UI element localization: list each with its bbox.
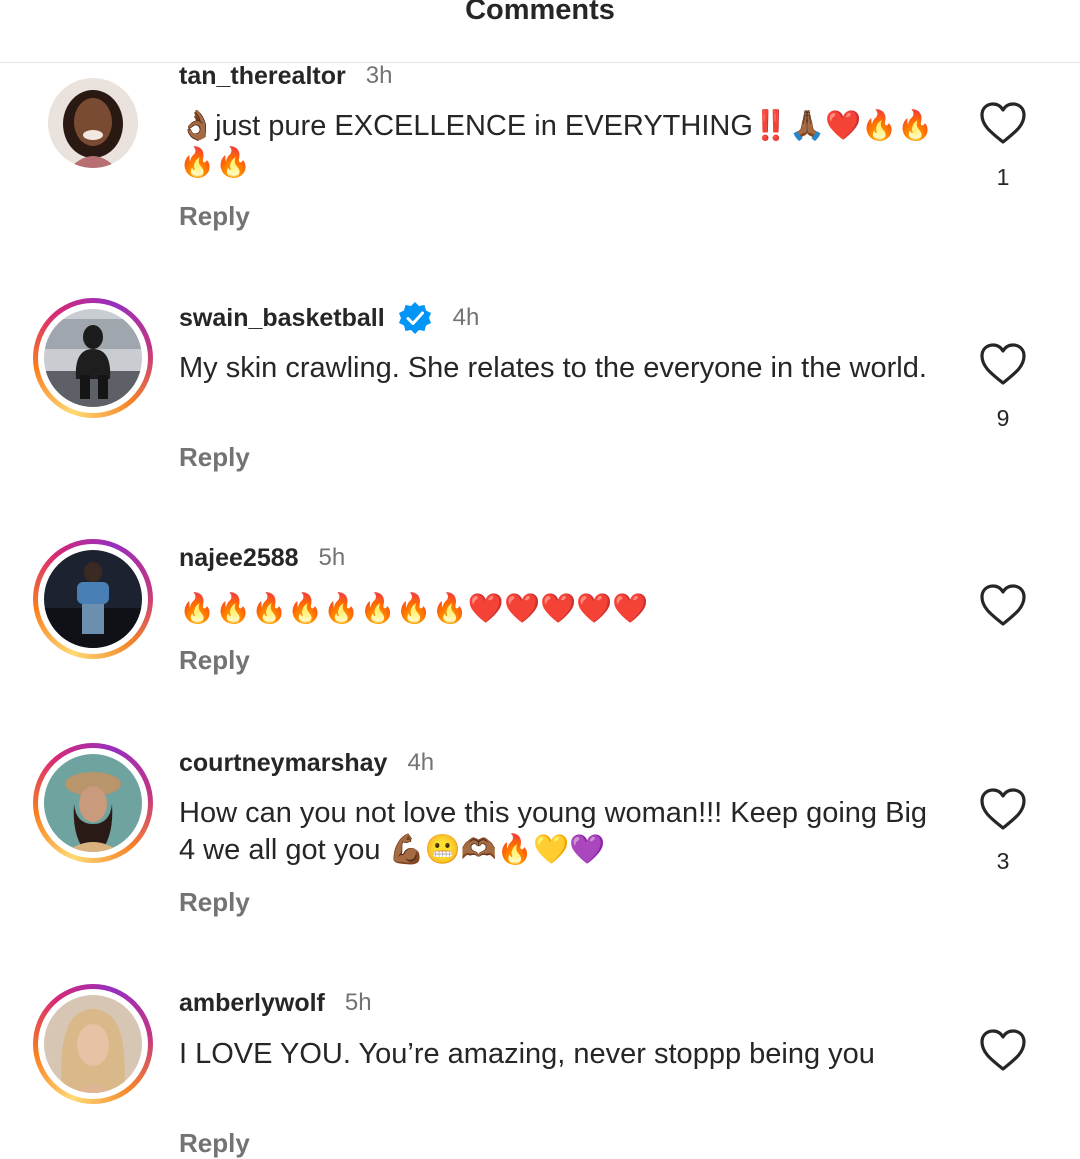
reply-button[interactable]: Reply <box>179 1128 250 1159</box>
username[interactable]: courtneymarshay <box>179 749 387 778</box>
comment-meta: najee2588 5h <box>179 542 345 574</box>
avatar-image <box>48 78 138 168</box>
comment-item: najee2588 5h 🔥🔥🔥🔥🔥🔥🔥🔥❤️❤️❤️❤️❤️ Reply <box>0 482 1080 702</box>
comment-item: courtneymarshay 4h How can you not love … <box>0 686 1080 917</box>
reply-button[interactable]: Reply <box>179 442 250 473</box>
heart-outline-icon[interactable] <box>979 101 1027 145</box>
avatar[interactable] <box>33 298 153 418</box>
avatar-image <box>44 309 142 407</box>
timestamp: 4h <box>452 304 480 331</box>
reply-button[interactable]: Reply <box>179 887 250 918</box>
reply-button[interactable]: Reply <box>179 645 250 676</box>
comment-text: I LOVE YOU. You’re amazing, never stoppp… <box>179 1038 875 1070</box>
heart-outline-icon[interactable] <box>979 787 1027 831</box>
avatar-image <box>44 550 142 648</box>
avatar[interactable] <box>33 984 153 1104</box>
verified-badge-icon <box>398 302 431 334</box>
like-count: 1 <box>996 164 1010 190</box>
username[interactable]: amberlywolf <box>179 989 325 1018</box>
heart-outline-icon[interactable] <box>979 1028 1027 1072</box>
comment-meta: amberlywolf 5h <box>179 987 372 1019</box>
timestamp: 5h <box>344 989 372 1016</box>
heart-outline-icon[interactable] <box>979 583 1027 627</box>
username[interactable]: tan_therealtor <box>179 62 346 91</box>
comment-item: amberlywolf 5h I LOVE YOU. You’re amazin… <box>0 927 1080 1158</box>
comment-text: 👌🏾just pure EXCELLENCE in EVERYTHING‼️🙏🏾… <box>179 110 934 179</box>
username[interactable]: swain_basketball <box>179 304 385 333</box>
avatar[interactable] <box>33 539 153 659</box>
avatar-image <box>44 754 142 852</box>
comment-meta: tan_therealtor 3h <box>179 60 392 92</box>
reply-button[interactable]: Reply <box>179 201 250 232</box>
comment-text: My skin crawling. She relates to the eve… <box>179 352 927 384</box>
username[interactable]: najee2588 <box>179 544 299 573</box>
comment-meta: swain_basketball 4h <box>179 302 479 334</box>
comment-item: tan_therealtor 3h 👌🏾just pure EXCELLENCE… <box>0 0 1080 231</box>
avatar-image <box>44 995 142 1093</box>
avatar[interactable] <box>33 70 153 190</box>
like-count: 3 <box>996 848 1010 874</box>
comment-text: 🔥🔥🔥🔥🔥🔥🔥🔥❤️❤️❤️❤️❤️ <box>179 593 649 625</box>
comment-text: How can you not love this young woman!!!… <box>179 797 928 866</box>
timestamp: 3h <box>365 62 393 89</box>
comment-meta: courtneymarshay 4h <box>179 747 434 779</box>
comment-item: swain_basketball 4h My skin crawling. Sh… <box>0 241 1080 472</box>
like-count: 9 <box>996 405 1010 431</box>
timestamp: 4h <box>407 749 435 776</box>
avatar[interactable] <box>33 743 153 863</box>
heart-outline-icon[interactable] <box>979 342 1027 386</box>
timestamp: 5h <box>318 544 346 571</box>
